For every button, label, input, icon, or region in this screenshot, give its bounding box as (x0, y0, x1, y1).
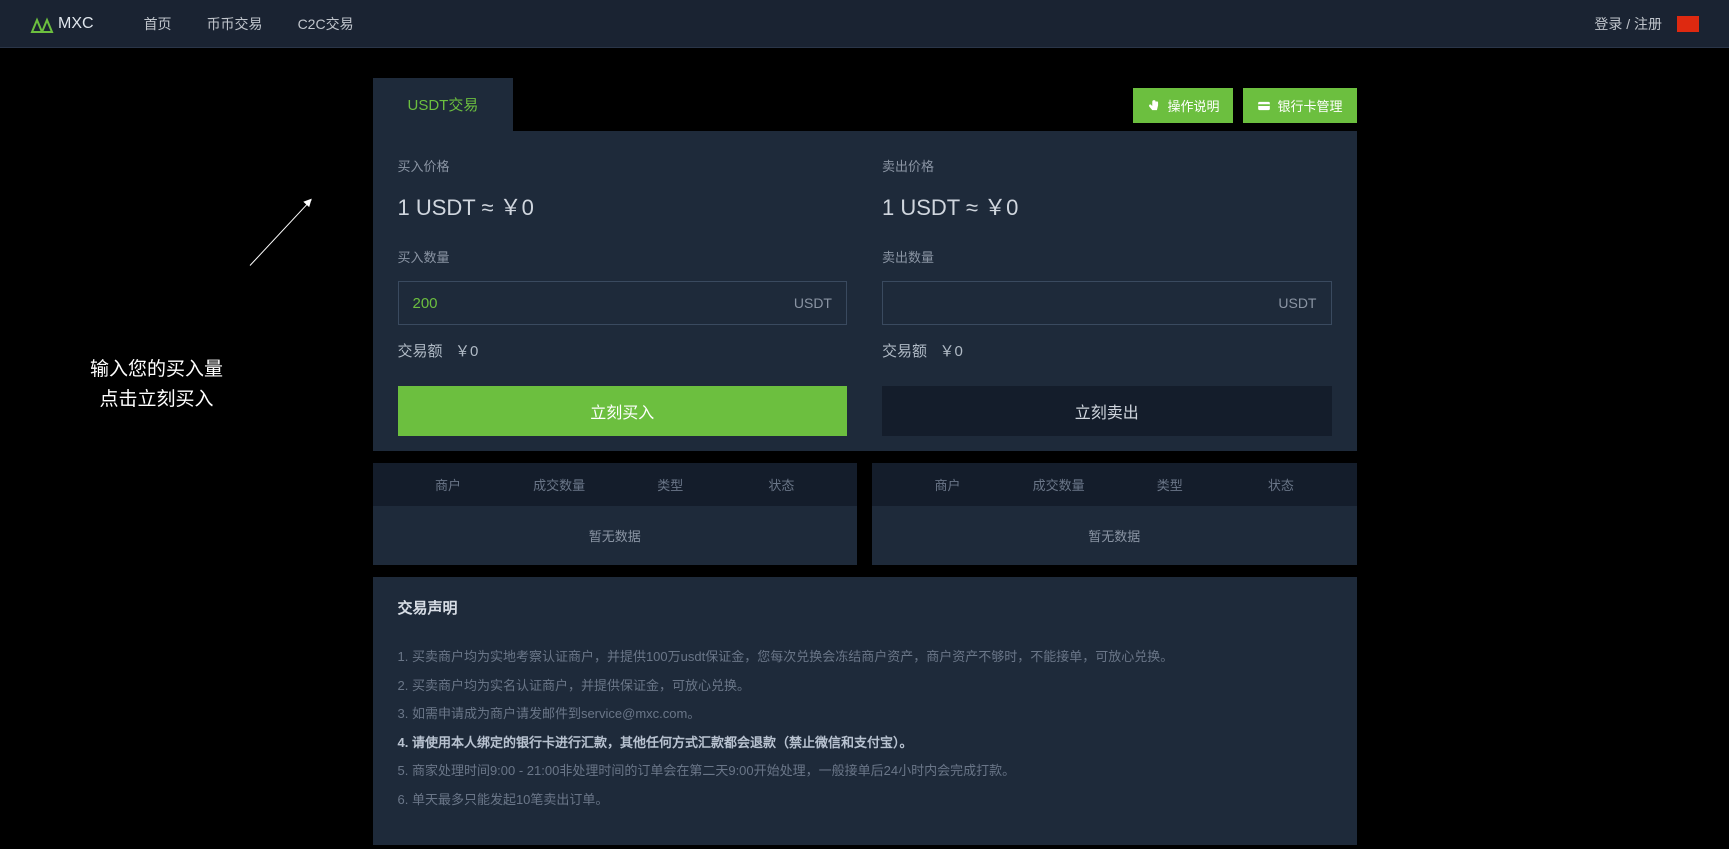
nav-c2c[interactable]: C2C交易 (298, 14, 354, 34)
buy-qty-input[interactable] (413, 295, 794, 312)
bank-button[interactable]: 银行卡管理 (1243, 88, 1356, 123)
sell-button[interactable]: 立刻卖出 (882, 386, 1332, 436)
th-qty: 成交数量 (1003, 475, 1114, 494)
sell-qty-input-wrap[interactable]: USDT (882, 281, 1332, 325)
sell-price-label: 卖出价格 (882, 156, 1332, 175)
th-type: 类型 (615, 475, 726, 494)
logo-icon (30, 12, 54, 36)
th-merchant: 商户 (892, 475, 1003, 494)
buy-qty-input-wrap[interactable]: USDT (398, 281, 848, 325)
header: MXC 首页 币币交易 C2C交易 登录 / 注册 (0, 0, 1729, 48)
buy-side: 买入价格 1 USDT ≈ ￥0 买入数量 USDT 交易额 ￥0 立刻买入 (388, 156, 858, 436)
buy-unit: USDT (794, 295, 832, 311)
nav-home[interactable]: 首页 (144, 14, 172, 34)
th-qty: 成交数量 (504, 475, 615, 494)
annotation-line2: 点击立刻买入 (90, 385, 223, 415)
nav-spot[interactable]: 币币交易 (207, 14, 263, 34)
annotation-arrow (250, 199, 312, 266)
decl-item-1: 1. 买卖商户均为实地考察认证商户，并提供100万usdt保证金，您每次兑换会冻… (398, 643, 1332, 672)
sell-price-value: 1 USDT ≈ ￥0 (882, 190, 1332, 222)
th-status: 状态 (726, 475, 837, 494)
tab-usdt[interactable]: USDT交易 (373, 78, 514, 131)
header-right: 登录 / 注册 (1594, 14, 1699, 34)
sell-side: 卖出价格 1 USDT ≈ ￥0 卖出数量 USDT 交易额 ￥0 立刻卖出 (872, 156, 1342, 436)
th-type: 类型 (1114, 475, 1225, 494)
buy-amount-label: 交易额 (398, 343, 443, 360)
sell-table-empty: 暂无数据 (872, 506, 1357, 565)
decl-item-2: 2. 买卖商户均为实名认证商户，并提供保证金，可放心兑换。 (398, 672, 1332, 701)
annotation-line1: 输入您的买入量 (90, 355, 223, 385)
sell-table: 商户 成交数量 类型 状态 暂无数据 (872, 463, 1357, 565)
th-status: 状态 (1225, 475, 1336, 494)
annotation-text: 输入您的买入量 点击立刻买入 (90, 355, 223, 416)
sell-qty-label: 卖出数量 (882, 247, 1332, 266)
bank-label: 银行卡管理 (1277, 96, 1342, 115)
sell-amount-row: 交易额 ￥0 (882, 340, 1332, 361)
main-container: USDT交易 操作说明 银行卡管理 买入价格 1 USDT ≈ ￥0 买入数量 … (373, 78, 1357, 845)
explain-label: 操作说明 (1167, 96, 1219, 115)
buy-qty-label: 买入数量 (398, 247, 848, 266)
buy-price-label: 买入价格 (398, 156, 848, 175)
brand-text: MXC (58, 15, 94, 33)
sell-amount-label: 交易额 (882, 343, 927, 360)
declaration-title: 交易声明 (398, 597, 1332, 618)
buy-button[interactable]: 立刻买入 (398, 386, 848, 436)
flag-icon[interactable] (1677, 16, 1699, 32)
buy-amount-value: ￥0 (455, 343, 478, 360)
buy-table-empty: 暂无数据 (373, 506, 858, 565)
explain-button[interactable]: 操作说明 (1133, 88, 1233, 123)
th-merchant: 商户 (393, 475, 504, 494)
buy-table-head: 商户 成交数量 类型 状态 (373, 463, 858, 506)
nav: 首页 币币交易 C2C交易 (144, 14, 354, 34)
buy-table: 商户 成交数量 类型 状态 暂无数据 (373, 463, 858, 565)
sell-amount-value: ￥0 (940, 343, 963, 360)
declaration-list: 1. 买卖商户均为实地考察认证商户，并提供100万usdt保证金，您每次兑换会冻… (398, 643, 1332, 815)
card-icon (1257, 99, 1271, 113)
tables-row: 商户 成交数量 类型 状态 暂无数据 商户 成交数量 类型 状态 暂无数据 (373, 463, 1357, 565)
decl-item-5: 5. 商家处理时间9:00 - 21:00非处理时间的订单会在第二天9:00开始… (398, 757, 1332, 786)
declaration-panel: 交易声明 1. 买卖商户均为实地考察认证商户，并提供100万usdt保证金，您每… (373, 577, 1357, 845)
decl-item-3: 3. 如需申请成为商户请发邮件到service@mxc.com。 (398, 700, 1332, 729)
sell-unit: USDT (1278, 295, 1316, 311)
sell-qty-input[interactable] (897, 295, 1278, 312)
topbar: USDT交易 操作说明 银行卡管理 (373, 78, 1357, 131)
sell-table-head: 商户 成交数量 类型 状态 (872, 463, 1357, 506)
decl-item-4: 4. 请使用本人绑定的银行卡进行汇款，其他任何方式汇款都会退款（禁止微信和支付宝… (398, 729, 1332, 758)
buy-amount-row: 交易额 ￥0 (398, 340, 848, 361)
hand-icon (1147, 99, 1161, 113)
logo[interactable]: MXC (30, 12, 94, 36)
trade-panel: 买入价格 1 USDT ≈ ￥0 买入数量 USDT 交易额 ￥0 立刻买入 卖… (373, 131, 1357, 451)
decl-item-6: 6. 单天最多只能发起10笔卖出订单。 (398, 786, 1332, 815)
login-link[interactable]: 登录 / 注册 (1594, 14, 1662, 34)
buy-price-value: 1 USDT ≈ ￥0 (398, 190, 848, 222)
